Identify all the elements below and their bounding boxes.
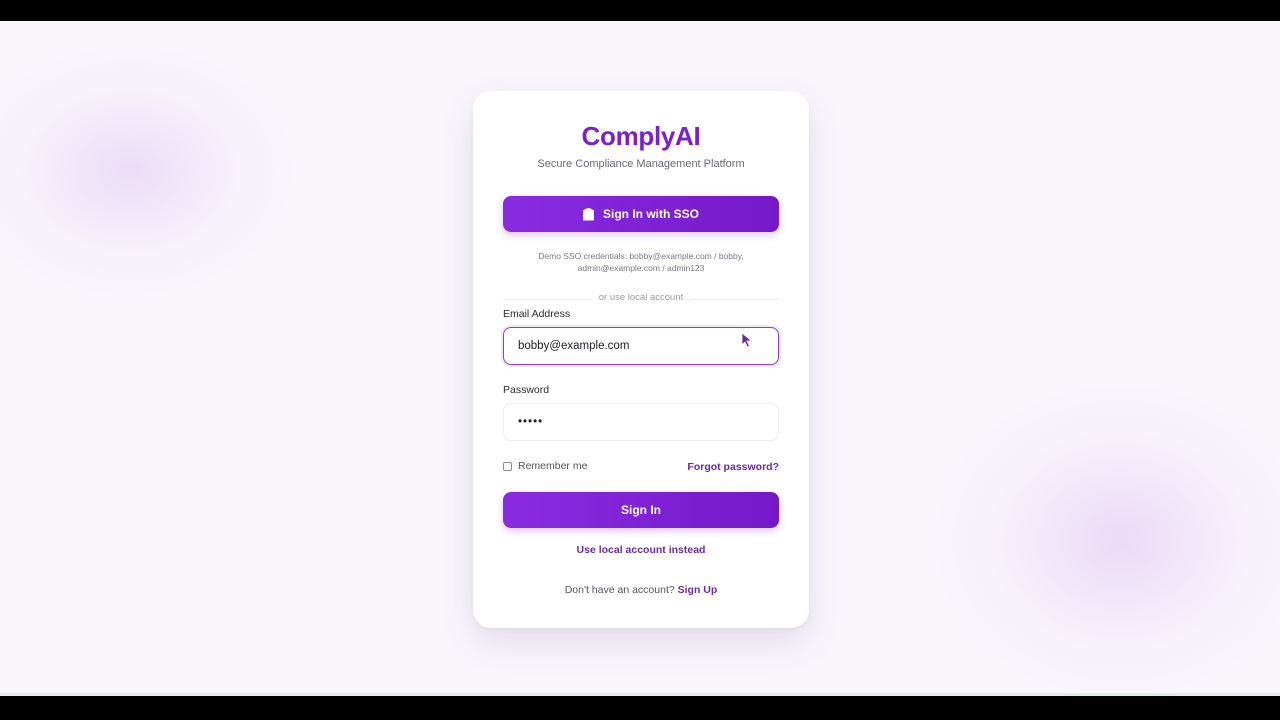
signup-prompt: Don't have an account? Sign Up: [473, 584, 809, 596]
demo-credentials-line-1: Demo SSO credentials: bobby@example.com …: [538, 251, 744, 261]
sso-button-label: Sign In with SSO: [603, 207, 699, 221]
demo-credentials-note: Demo SSO credentials: bobby@example.com …: [513, 250, 769, 274]
shield-icon: [583, 207, 594, 221]
brand-logo: ComplyAI: [581, 121, 701, 151]
background-glow-top-left: [0, 41, 300, 301]
mouse-pointer-icon: [741, 332, 753, 348]
remember-me[interactable]: Remember me: [503, 460, 587, 472]
password-field[interactable]: [503, 403, 779, 441]
brand-tagline: Secure Compliance Management Platform: [537, 158, 745, 170]
remember-me-checkbox[interactable]: [503, 461, 512, 471]
divider-text: or use local account: [592, 292, 690, 303]
email-field[interactable]: [503, 327, 779, 365]
letterbox-bottom: [0, 696, 1280, 720]
demo-credentials-line-2: admin@example.com / admin123: [577, 263, 705, 273]
email-label: Email Address: [503, 308, 571, 320]
sign-in-button[interactable]: Sign In: [503, 492, 779, 528]
forgot-password-link[interactable]: Forgot password?: [687, 461, 779, 473]
sso-signin-button[interactable]: Sign In with SSO: [503, 196, 779, 232]
letterbox-top: [0, 0, 1280, 21]
background-glow-bottom-right: [930, 381, 1280, 696]
sign-up-link[interactable]: Sign Up: [678, 584, 718, 596]
login-page: ComplyAI Secure Compliance Management Pl…: [0, 21, 1280, 696]
signup-prompt-text: Don't have an account?: [564, 584, 675, 596]
remember-me-label: Remember me: [518, 460, 588, 472]
divider: or use local account: [503, 292, 779, 306]
use-local-account-link[interactable]: Use local account instead: [473, 544, 809, 556]
password-label: Password: [503, 384, 550, 396]
login-card: ComplyAI Secure Compliance Management Pl…: [473, 91, 809, 628]
